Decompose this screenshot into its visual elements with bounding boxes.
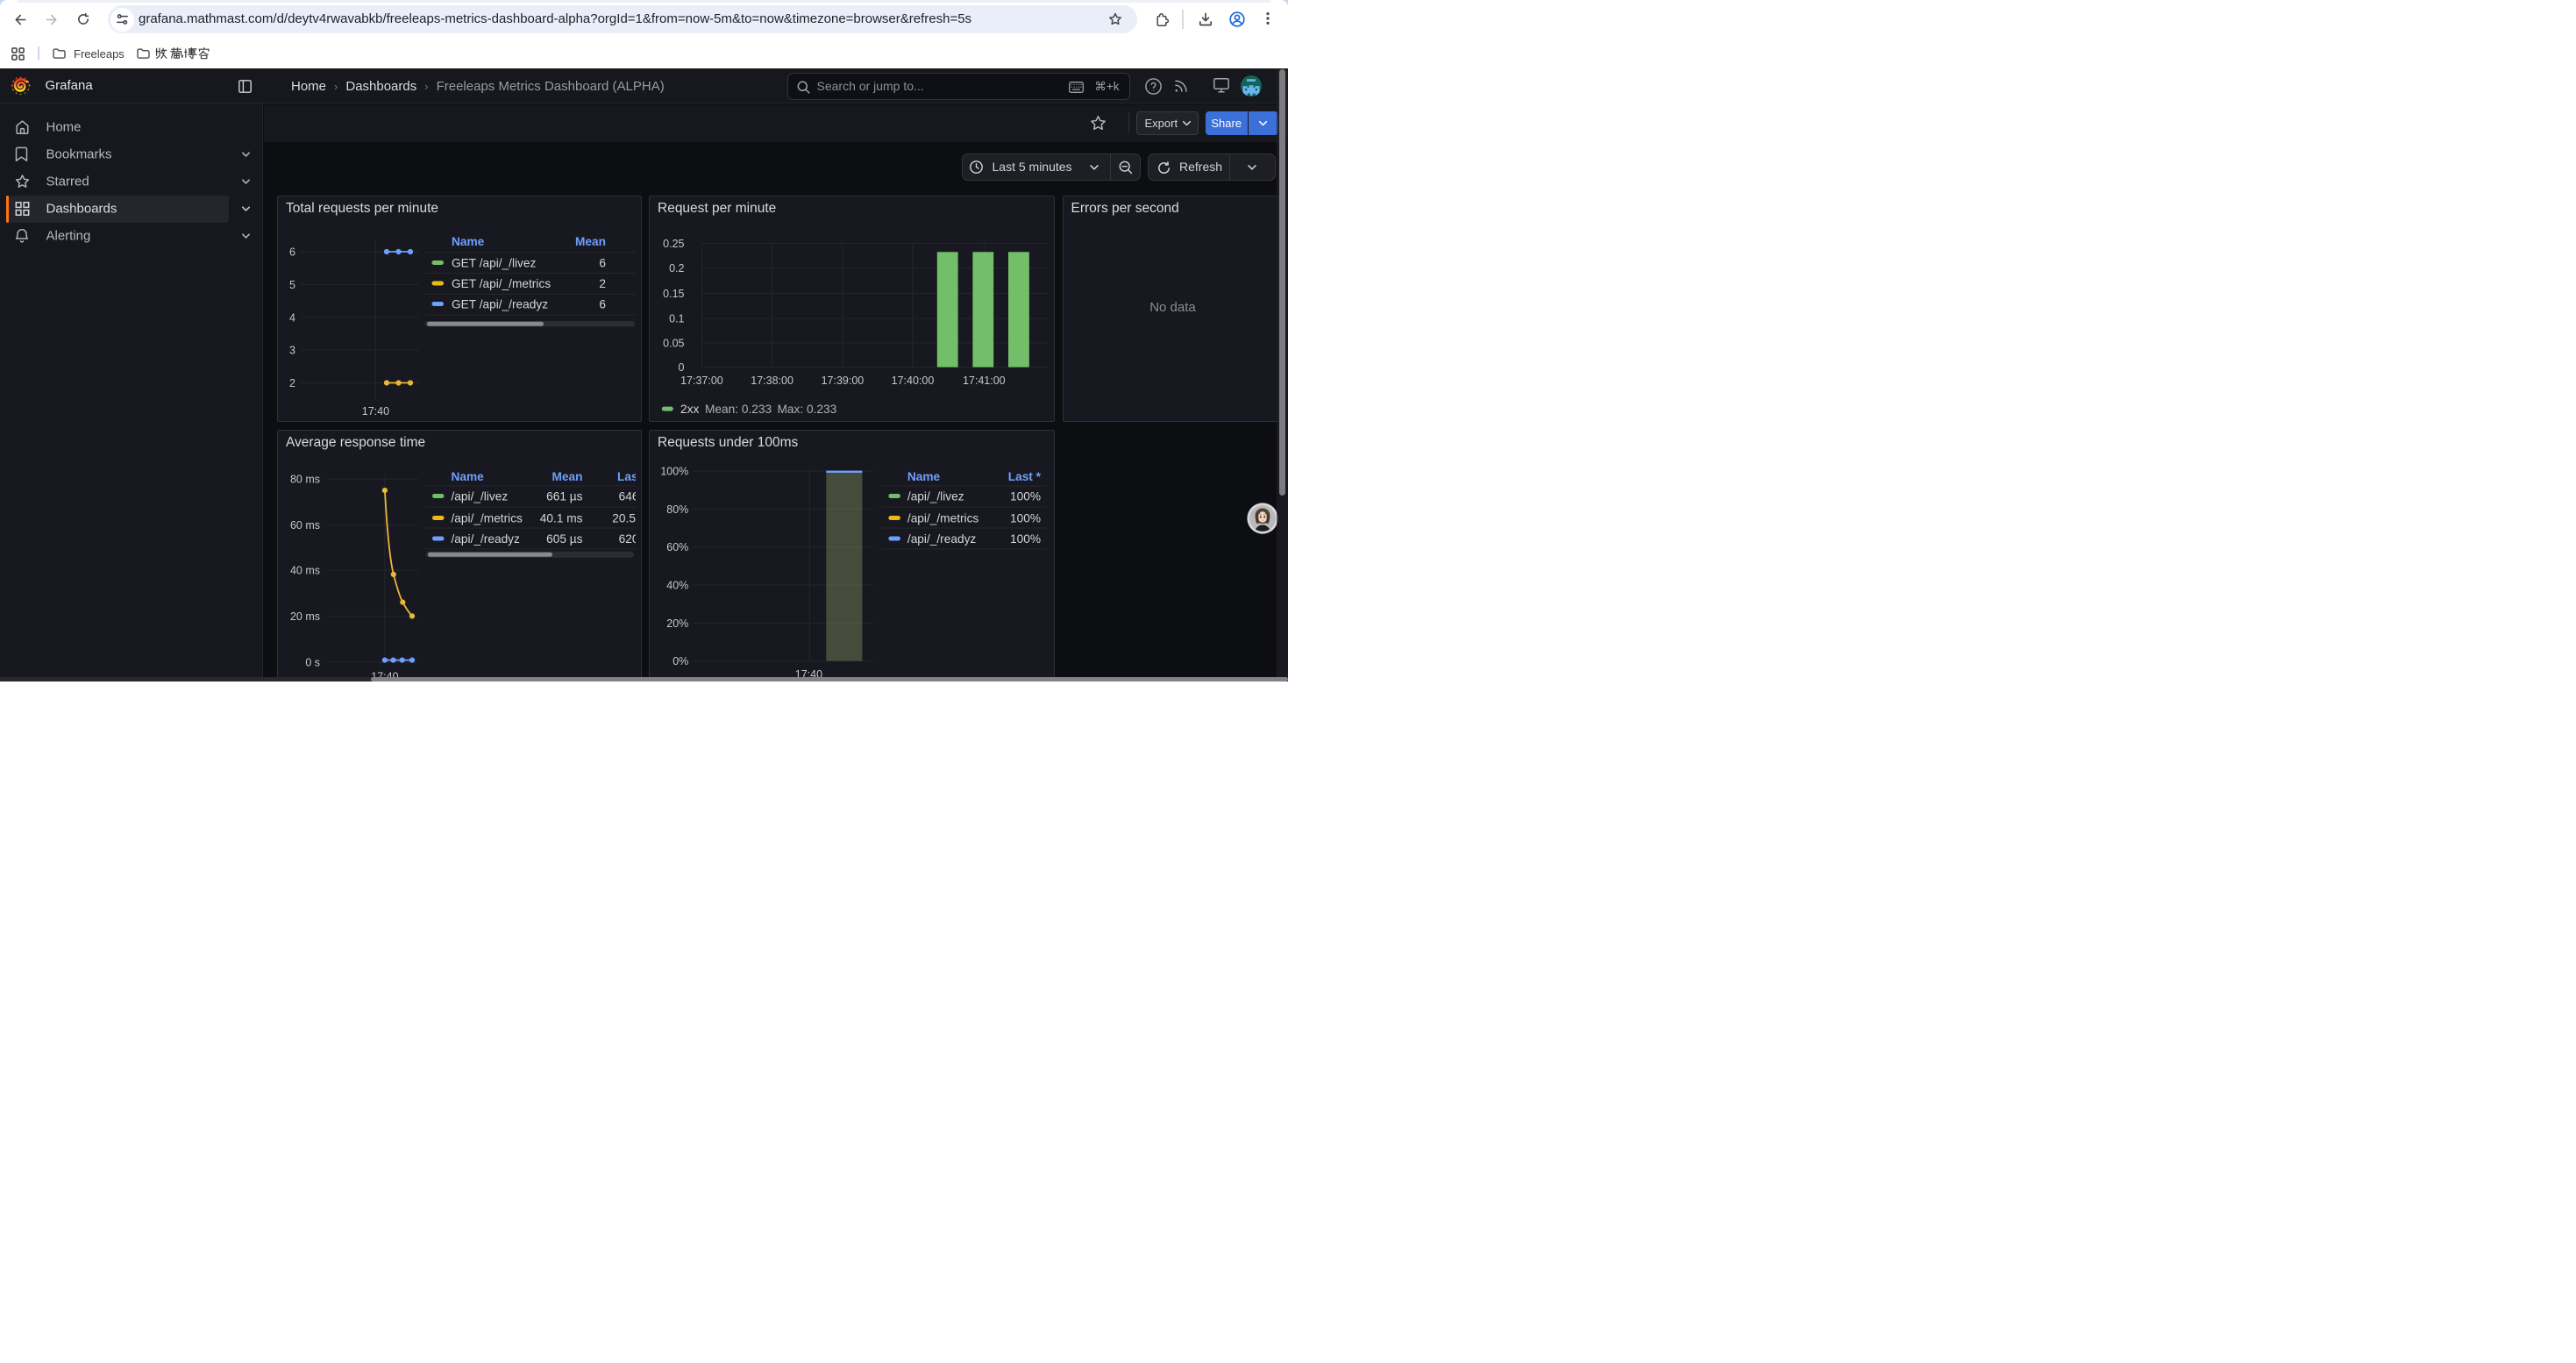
svg-text:Name: Name [907, 470, 941, 483]
svg-text:60%: 60% [666, 542, 688, 554]
svg-text:605 µs: 605 µs [546, 532, 583, 546]
svg-text:0: 0 [679, 361, 685, 374]
svg-text:4: 4 [289, 311, 295, 324]
svg-text:6: 6 [599, 298, 606, 311]
svg-text:GET /api/_/metrics: GET /api/_/metrics [452, 277, 551, 290]
svg-text:100%: 100% [1010, 512, 1041, 525]
svg-text:Mean: 0.233: Mean: 0.233 [705, 403, 772, 416]
svg-text:0 s: 0 s [305, 657, 320, 669]
svg-text:/api/_/metrics: /api/_/metrics [907, 512, 979, 525]
svg-text:/api/_/livez: /api/_/livez [452, 490, 509, 503]
svg-text:Mean: Mean [552, 470, 583, 483]
svg-text:40 ms: 40 ms [290, 565, 320, 577]
svg-text:0.1: 0.1 [669, 313, 684, 325]
svg-text:6: 6 [599, 257, 606, 270]
svg-text:0%: 0% [672, 655, 688, 667]
svg-text:40%: 40% [666, 580, 688, 592]
svg-text:100%: 100% [1010, 490, 1041, 503]
svg-text:646 µs: 646 µs [619, 490, 636, 503]
svg-text:17:40: 17:40 [362, 405, 389, 417]
svg-text:661 µs: 661 µs [546, 490, 583, 503]
svg-text:2xx: 2xx [680, 403, 699, 416]
svg-text:Last *: Last * [1008, 470, 1042, 483]
svg-text:17:38:00: 17:38:00 [751, 375, 793, 387]
svg-text:20.5 ms: 20.5 ms [612, 512, 636, 525]
svg-text:GET /api/_/livez: GET /api/_/livez [452, 257, 537, 270]
svg-text:620 µs: 620 µs [619, 532, 636, 546]
svg-text:0.15: 0.15 [663, 288, 684, 300]
svg-text:17:39:00: 17:39:00 [822, 375, 865, 387]
svg-text:/api/_/livez: /api/_/livez [907, 490, 964, 503]
svg-text:Max: 0.233: Max: 0.233 [778, 403, 837, 416]
svg-text:60 ms: 60 ms [290, 519, 320, 532]
svg-text:5: 5 [289, 279, 295, 291]
svg-text:Mean: Mean [575, 235, 606, 248]
svg-text:100%: 100% [1010, 532, 1041, 546]
svg-text:17:41:00: 17:41:00 [963, 375, 1006, 387]
svg-text:100%: 100% [660, 466, 688, 478]
svg-text:Name: Name [452, 470, 485, 483]
svg-text:GET /api/_/readyz: GET /api/_/readyz [452, 298, 548, 311]
svg-text:80%: 80% [666, 503, 688, 516]
svg-text:0.25: 0.25 [663, 238, 684, 250]
svg-text:80 ms: 80 ms [290, 474, 320, 486]
svg-text:0.05: 0.05 [663, 337, 684, 349]
svg-text:17:37:00: 17:37:00 [680, 375, 723, 387]
svg-text:Name: Name [452, 235, 485, 248]
svg-text:Last *: Last * [617, 470, 636, 483]
svg-text:6: 6 [289, 246, 295, 259]
svg-text:40.1 ms: 40.1 ms [540, 512, 583, 525]
svg-text:20 ms: 20 ms [290, 610, 320, 623]
svg-text:0.2: 0.2 [669, 262, 684, 275]
svg-text:/api/_/readyz: /api/_/readyz [907, 532, 977, 546]
svg-text:3: 3 [289, 345, 295, 357]
svg-text:2: 2 [599, 277, 606, 290]
svg-text:/api/_/readyz: /api/_/readyz [452, 532, 521, 546]
svg-text:/api/_/metrics: /api/_/metrics [452, 512, 523, 525]
svg-text:17:40:00: 17:40:00 [892, 375, 935, 387]
svg-text:2: 2 [289, 377, 295, 389]
svg-text:20%: 20% [666, 617, 688, 630]
